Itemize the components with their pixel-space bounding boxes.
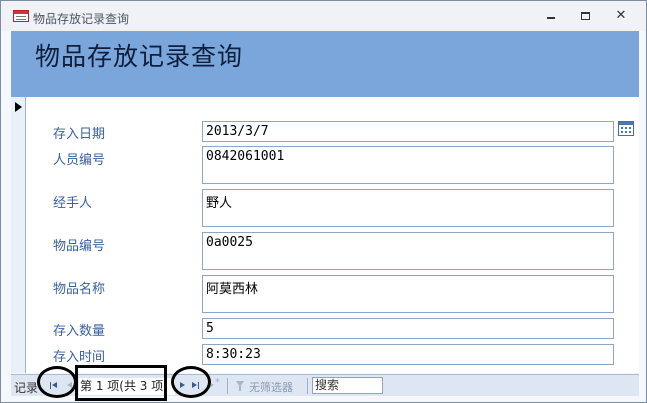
current-record-arrow-icon — [15, 102, 22, 112]
field-label-item-name: 物品名称 — [53, 282, 106, 297]
last-record-icon[interactable] — [189, 378, 203, 393]
next-record-icon[interactable] — [175, 378, 189, 393]
maximize-button[interactable] — [573, 7, 597, 25]
field-label-item-id: 物品编号 — [53, 239, 106, 254]
minimize-icon — [547, 16, 555, 19]
form-heading: 物品存放记录查询 — [35, 42, 244, 71]
window-title: 物品存放记录查询 — [33, 12, 130, 26]
field-label-quantity: 存入数量 — [53, 324, 106, 339]
close-icon: ✕ — [615, 8, 627, 23]
deposit-date-field[interactable]: 2013/3/7 — [202, 121, 614, 142]
field-label-handler: 经手人 — [53, 196, 93, 211]
nav-separator — [227, 378, 228, 394]
field-label-deposit-time: 存入时间 — [53, 350, 106, 365]
maximize-icon — [580, 11, 590, 20]
field-label-deposit-date: 存入日期 — [53, 127, 106, 142]
previous-record-icon[interactable] — [63, 378, 77, 393]
filter-icon[interactable] — [235, 380, 247, 392]
quantity-field[interactable]: 5 — [202, 318, 614, 339]
record-navigation-bar: 记录 第 1 项(共 3 项 无筛选器 搜索 — [11, 374, 639, 396]
form-window: 物品存放记录查询 ✕ 物品存放记录查询 存入日期 2013/3/7 人员编号 0… — [0, 0, 647, 403]
new-record-icon[interactable] — [207, 377, 221, 393]
first-record-icon[interactable] — [47, 378, 61, 393]
item-name-field[interactable]: 阿莫西林 — [202, 275, 614, 313]
filter-toggle-label[interactable]: 无筛选器 — [249, 379, 293, 395]
field-label-staff-id: 人员编号 — [53, 153, 106, 168]
handler-field[interactable]: 野人 — [202, 189, 614, 227]
form-icon — [13, 10, 29, 22]
title-bar[interactable]: 物品存放记录查询 ✕ — [1, 1, 646, 31]
record-selector[interactable] — [11, 97, 26, 373]
form-header: 物品存放记录查询 — [11, 31, 639, 97]
staff-id-field[interactable]: 0842061001 — [202, 146, 614, 184]
calendar-icon[interactable] — [618, 121, 634, 136]
item-id-field[interactable]: 0a0025 — [202, 232, 614, 270]
current-record-box[interactable]: 第 1 项(共 3 项 — [79, 378, 175, 395]
minimize-button[interactable] — [539, 7, 563, 25]
nav-separator — [307, 378, 308, 394]
deposit-time-field[interactable]: 8:30:23 — [202, 344, 614, 365]
search-input[interactable]: 搜索 — [312, 377, 383, 394]
close-button[interactable]: ✕ — [609, 7, 633, 25]
record-nav-label: 记录 — [14, 381, 39, 395]
